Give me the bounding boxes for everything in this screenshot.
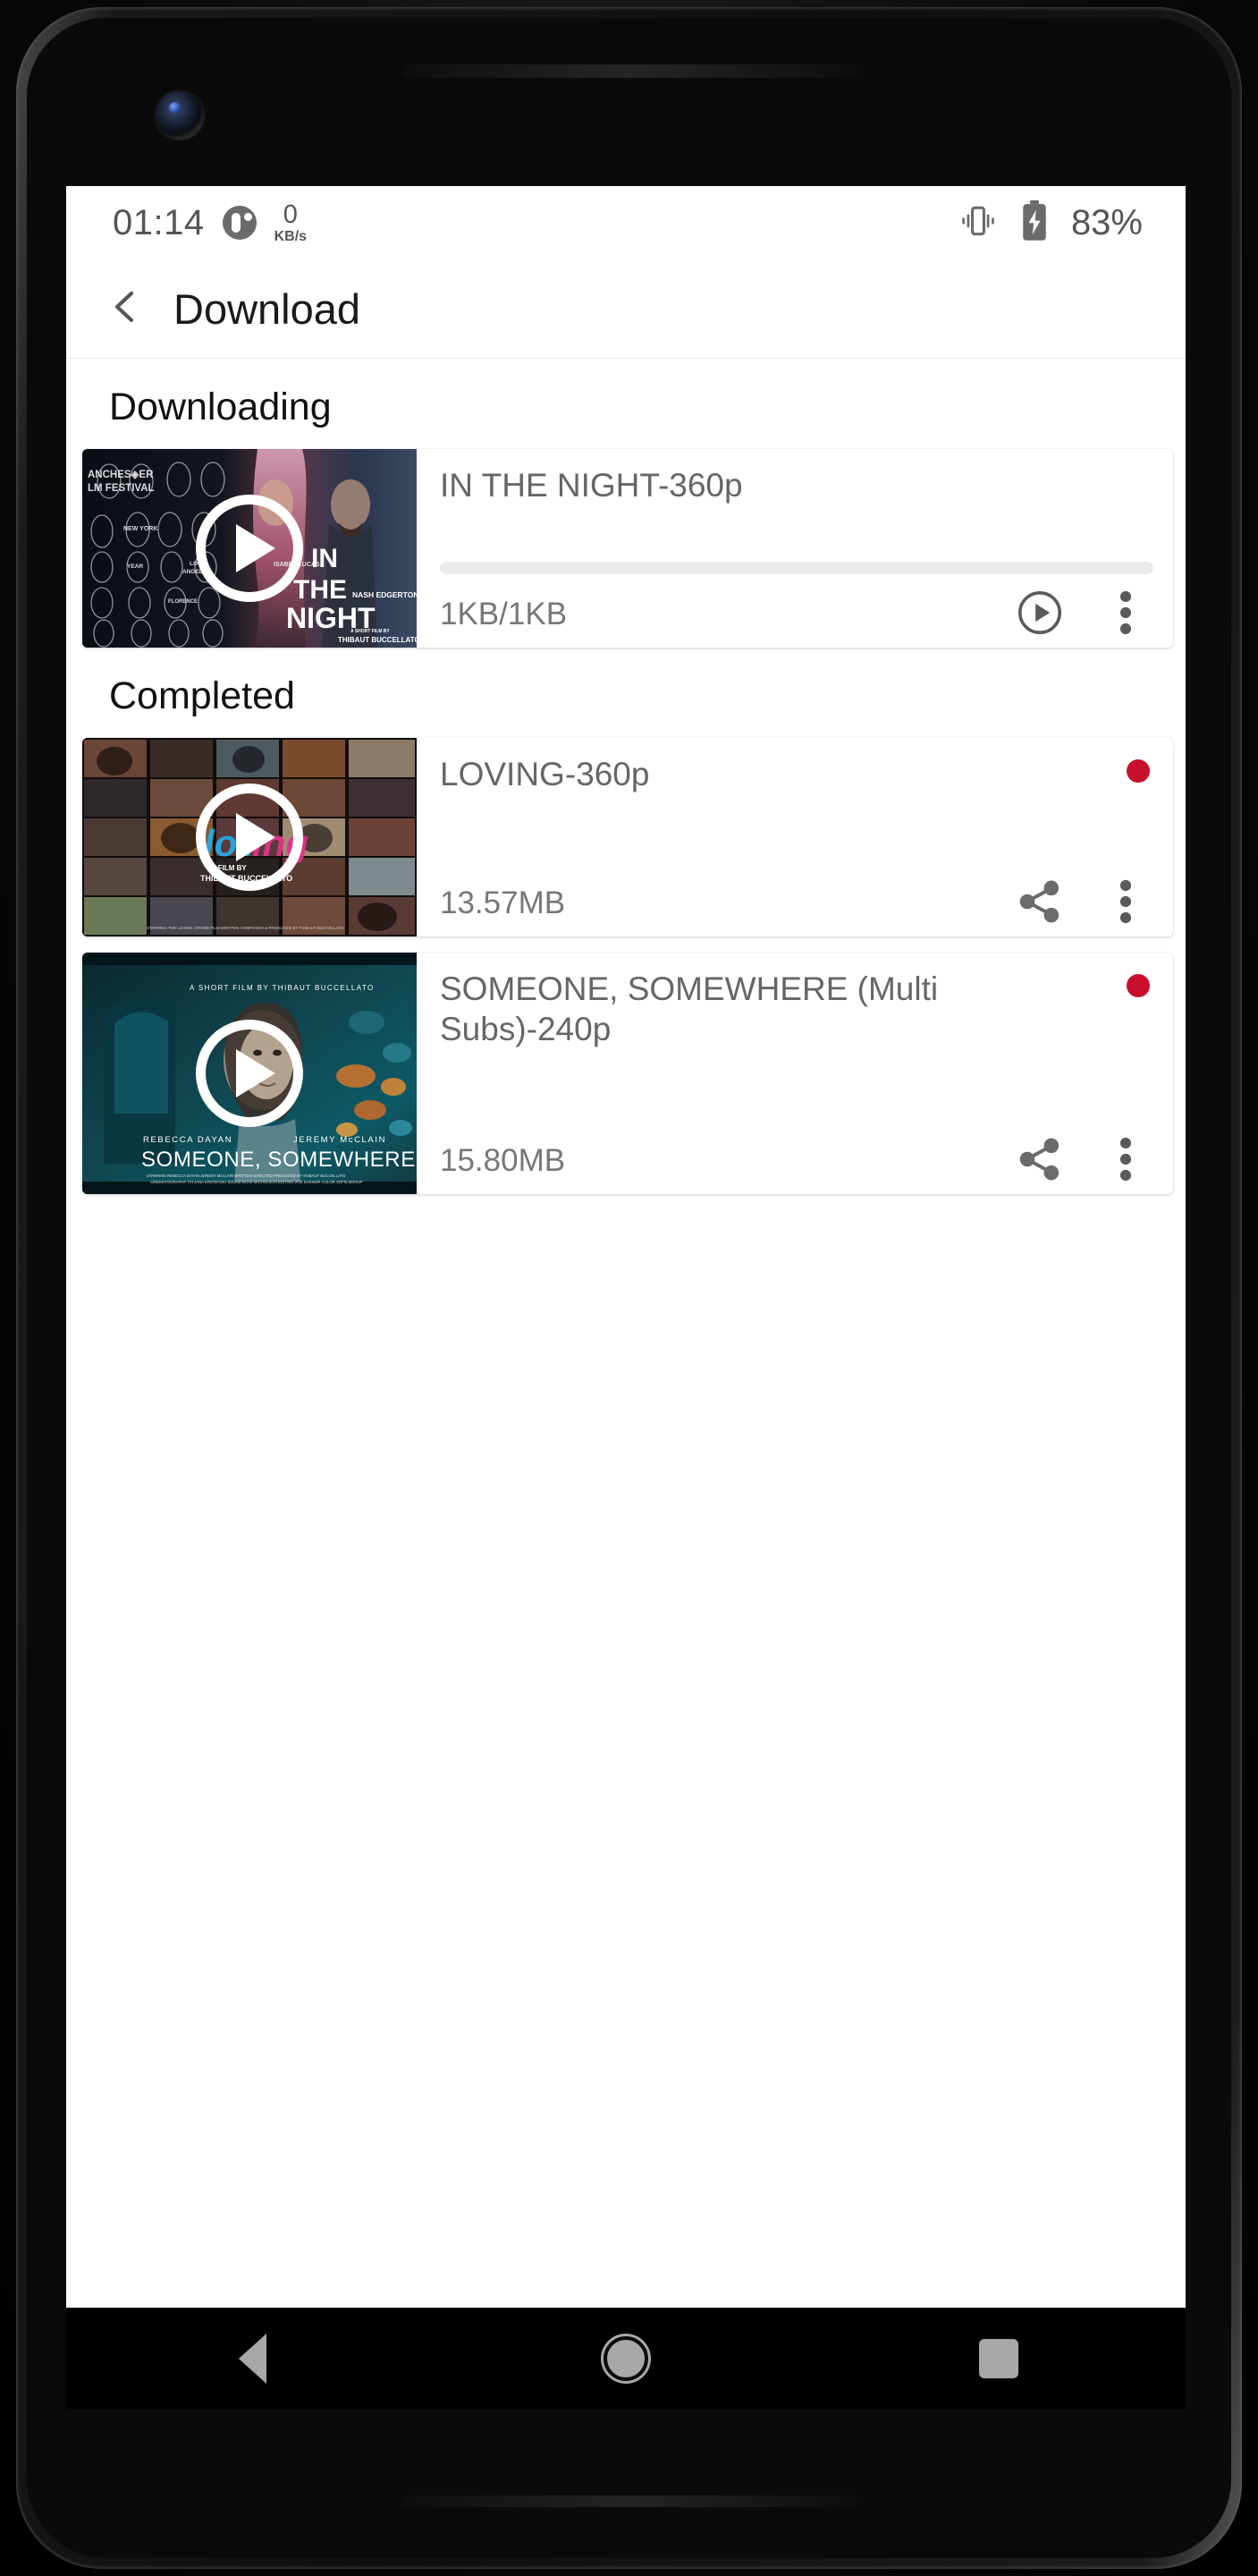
svg-text:THIBAUT BUCCELLATO: THIBAUT BUCCELLATO [338,636,417,644]
bottom-speaker [401,2496,857,2507]
overflow-menu-button[interactable] [1094,872,1157,935]
status-bar-right: 83% [958,186,1143,259]
svg-text:THE: THE [293,575,347,605]
completed-item-actions [1009,1130,1157,1192]
svg-text:YEAR: YEAR [127,564,143,570]
completed-item-size: 15.80MB [440,1143,566,1178]
download-item-body: IN THE NIGHT-360p 1KB/1KB [417,449,1173,648]
status-badge [1127,759,1150,783]
section-header-downloading: Downloading [109,386,332,428]
network-speed: 0 KB/s [274,199,308,244]
svg-text:STARRING THE LOVING CROWD FILM: STARRING THE LOVING CROWD FILM WRITTEN C… [147,926,344,930]
svg-text:STARRING REBECCA DAYAN JEREMY: STARRING REBECCA DAYAN JEREMY McCLAIN WR… [147,1174,346,1178]
earpiece-speaker [401,64,857,78]
nav-home-icon [603,2335,648,2381]
nav-recents-icon [979,2338,1019,2378]
loving-collage-poster[interactable]: lov ing A FILM BY THIBAUT BUCCELLATO STA… [82,738,417,936]
play-circle-icon [1014,587,1066,643]
status-bar: 01:14 0 KB/s 83% [66,186,1186,259]
someone-somewhere-poster[interactable]: A SHORT FILM BY THIBAUT BUCCELLATO REBEC… [82,953,417,1194]
completed-item-row[interactable]: lov ing A FILM BY THIBAUT BUCCELLATO STA… [82,738,1173,936]
completed-item-title: LOVING-360p [440,756,650,792]
nav-back-button[interactable] [186,2308,320,2409]
phone-screen: 01:14 0 KB/s 83% Download Downloading AN… [66,186,1186,2308]
battery-charging-icon [1019,199,1050,246]
svg-text:SOMEONE, SOMEWHERE: SOMEONE, SOMEWHERE [141,1148,416,1172]
overflow-menu-icon [1119,877,1132,930]
vibrate-icon [958,201,998,245]
status-badge [1127,974,1150,997]
overflow-menu-icon [1119,589,1132,641]
app-bar: Download [66,259,1186,359]
nav-back-icon [239,2333,267,2384]
svg-text:REBECCA DAYAN: REBECCA DAYAN [143,1135,232,1145]
play-overlay-icon [196,784,303,891]
nav-recents-button[interactable] [932,2308,1066,2409]
play-overlay-icon [196,1020,303,1127]
completed-item-actions [1009,872,1157,935]
svg-text:LM FESTIVAL: LM FESTIVAL [88,483,155,494]
phone-frame: 01:14 0 KB/s 83% Download Downloading AN… [0,0,1258,2576]
completed-item-size: 13.57MB [440,886,566,920]
play-overlay-icon [196,495,303,602]
svg-text:CINEMATOGRAPHY TATJANA KRSTEVS: CINEMATOGRAPHY TATJANA KRSTEVSKI SOUND B… [150,1180,362,1184]
nav-home-button[interactable] [559,2308,693,2409]
play-pause-button[interactable] [1009,583,1071,646]
share-icon [1015,877,1065,931]
back-chevron-icon [104,285,147,333]
network-speed-unit: KB/s [274,228,308,244]
download-item-size: 1KB/1KB [440,597,568,631]
download-progress-bar [440,562,1153,574]
svg-text:JEREMY McCLAIN: JEREMY McCLAIN [293,1135,386,1145]
svg-text:NASH EDGERTON: NASH EDGERTON [352,590,417,599]
status-bar-left: 01:14 0 KB/s [113,186,307,259]
empty-list-area [66,1194,1186,2308]
svg-text:ANCHES◈ER: ANCHES◈ER [88,470,154,480]
completed-item-body: SOMEONE, SOMEWHERE (Multi Subs)-240p 15.… [417,953,1173,1194]
download-item-row[interactable]: ANCHES◈ER LM FESTIVAL NEW YORK YEAR LOS … [82,449,1173,648]
download-item-title: IN THE NIGHT-360p [440,467,743,504]
svg-text:FLORENCE: FLORENCE [168,599,198,605]
page-title: Download [173,284,361,333]
svg-text:NEW YORK: NEW YORK [123,526,157,532]
overflow-menu-button[interactable] [1094,1130,1157,1192]
network-speed-value: 0 [283,199,298,229]
svg-text:A SHORT FILM BY THIBAUT BUCCEL: A SHORT FILM BY THIBAUT BUCCELLATO [190,984,375,992]
back-button[interactable] [84,267,166,350]
download-item-actions [1009,583,1157,646]
overflow-menu-icon [1119,1135,1132,1188]
svg-text:A SHORT FILM BY: A SHORT FILM BY [350,629,390,634]
completed-item-title: SOMEONE, SOMEWHERE (Multi Subs)-240p [440,970,939,1048]
front-camera-icon [156,91,204,140]
completed-item-row[interactable]: A SHORT FILM BY THIBAUT BUCCELLATO REBEC… [82,953,1173,1194]
android-nav-bar [66,2308,1186,2409]
share-icon [1015,1134,1065,1189]
svg-text:IN: IN [311,544,338,573]
section-header-completed: Completed [109,674,295,717]
share-button[interactable] [1009,872,1071,935]
download-item-footer: 1KB/1KB [440,581,1157,648]
overflow-menu-button[interactable] [1094,583,1157,646]
completed-item-body: LOVING-360p 13.57MB [417,738,1173,936]
share-button[interactable] [1009,1130,1071,1192]
battery-percent: 83% [1070,202,1143,242]
completed-item-footer: 15.80MB [440,1128,1157,1194]
completed-item-footer: 13.57MB [440,870,1157,936]
data-indicator-icon [222,206,257,240]
status-clock: 01:14 [113,202,205,242]
in-the-night-poster[interactable]: ANCHES◈ER LM FESTIVAL NEW YORK YEAR LOS … [82,449,417,648]
